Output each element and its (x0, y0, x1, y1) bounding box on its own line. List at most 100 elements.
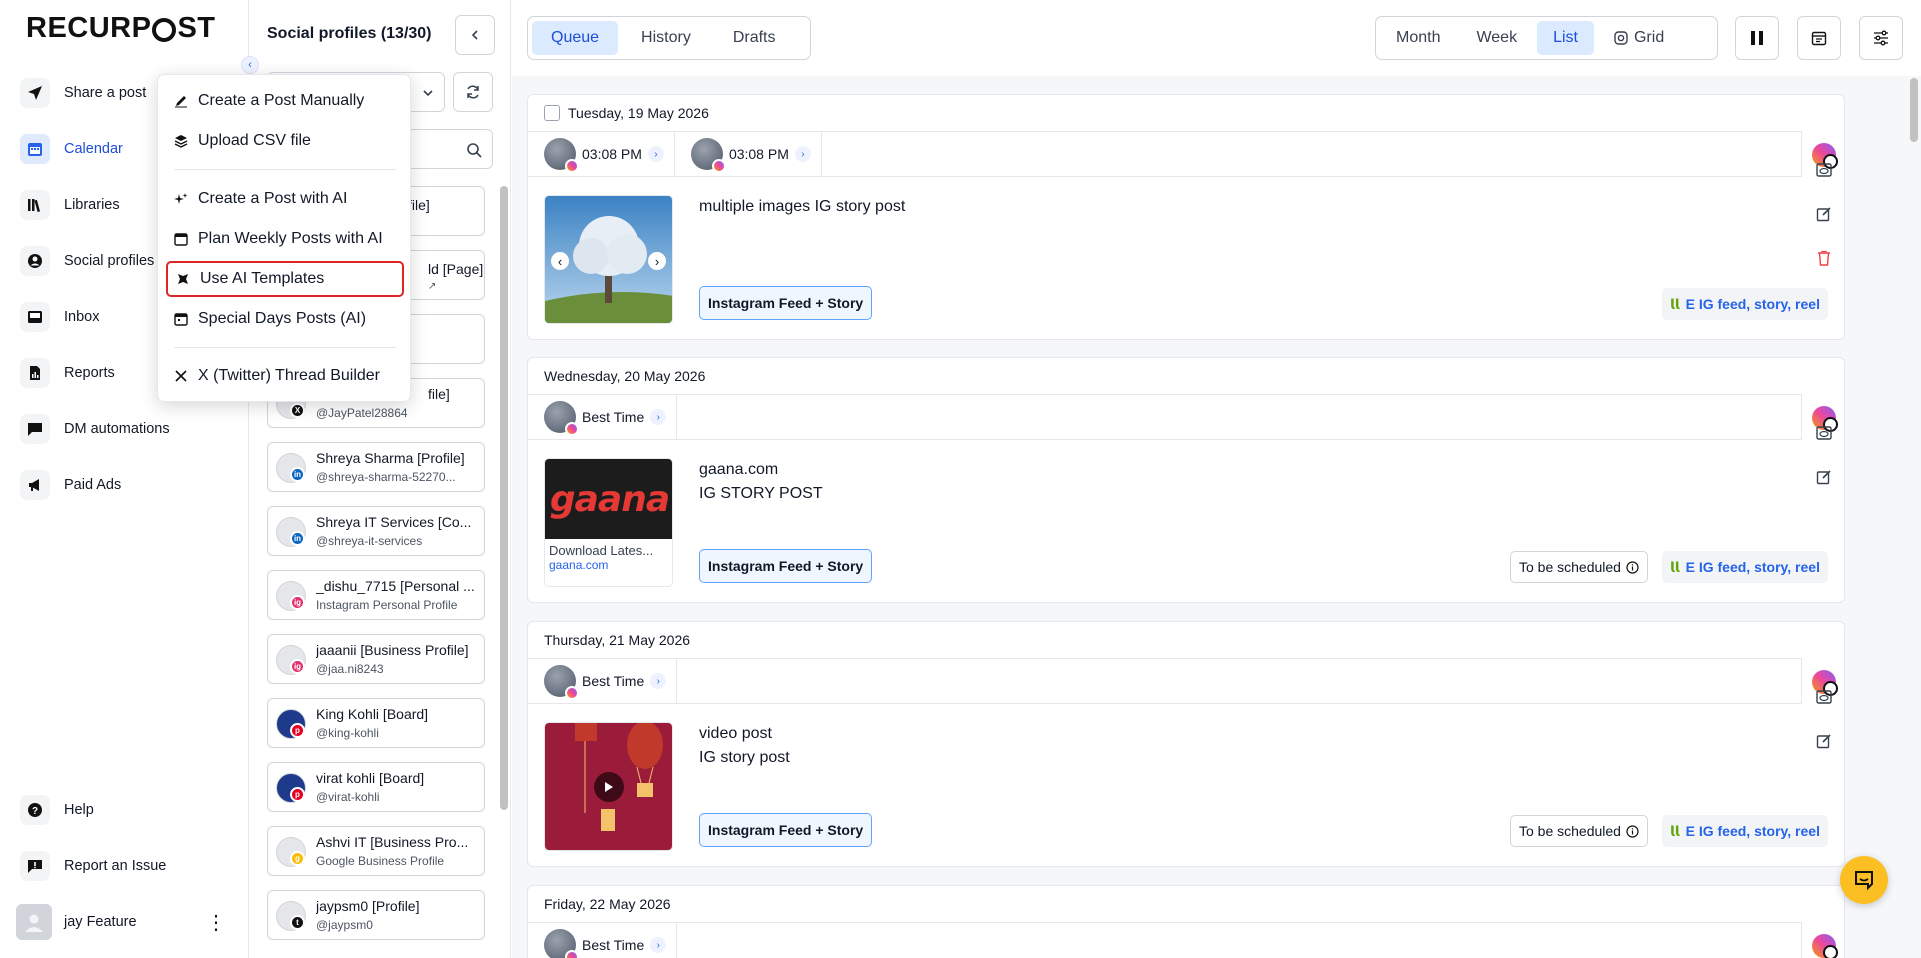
collapse-profiles-button[interactable] (455, 15, 495, 55)
time-slot-chip[interactable]: 03:08 PM › (528, 131, 675, 177)
info-icon (1626, 560, 1639, 574)
profiles-scrollbar[interactable] (500, 186, 508, 810)
time-slot-chip[interactable]: Best Time › (528, 922, 678, 958)
nav-paid-ads[interactable]: Paid Ads (16, 465, 236, 505)
network-badge-icon: p (290, 723, 305, 738)
tab-drafts[interactable]: Drafts (714, 21, 795, 55)
profile-handle: Google Business Profile (316, 854, 445, 868)
post-type-badge[interactable]: Instagram Feed + Story (699, 286, 873, 320)
tab-queue[interactable]: Queue (532, 21, 619, 55)
menu-item-label: Create a Post with AI (198, 190, 348, 207)
view-list[interactable]: List (1537, 21, 1594, 55)
preview-button[interactable] (1811, 157, 1837, 183)
preview-button[interactable] (1811, 420, 1837, 446)
external-link-icon[interactable]: ↗ (428, 281, 436, 292)
post-caption-line: IG story post (699, 749, 790, 766)
nav-label: Help (64, 802, 94, 818)
collapse-sidebar-button[interactable]: ‹ (241, 56, 259, 74)
support-chat-button[interactable] (1840, 856, 1888, 904)
day-date: Thursday, 21 May 2026 (544, 632, 691, 648)
profile-card[interactable]: ig jaaanii [Business Profile] @jaa.ni8243 (267, 634, 485, 684)
day-card: Thursday, 21 May 2026 Best Time › video … (527, 621, 1845, 867)
play-button[interactable] (594, 772, 624, 802)
library-tag[interactable]: 𝗹𝗹 E IG feed, story, reel (1662, 815, 1828, 847)
menu-create-post-manually[interactable]: Create a Post Manually (166, 83, 404, 119)
profile-name: jaaanii [Business Profile] (316, 642, 469, 658)
profile-name: jaypsm0 [Profile] (316, 898, 420, 914)
refresh-button[interactable] (453, 72, 493, 112)
profile-card[interactable]: in Shreya Sharma [Profile] @shreya-sharma-… (267, 442, 485, 492)
carousel-next-button[interactable]: › (648, 252, 666, 270)
nav-help[interactable]: ? Help (16, 790, 236, 830)
profile-card[interactable]: g Ashvi IT [Business Pro... Google Busines… (267, 826, 485, 876)
edit-icon (1816, 207, 1831, 222)
link-preview-card[interactable]: gaana Download Lates... gaana.com (544, 458, 673, 587)
delete-button[interactable] (1811, 245, 1837, 271)
library-tag[interactable]: 𝗹𝗹 E IG feed, story, reel (1662, 551, 1828, 583)
main-scrollbar[interactable] (1910, 78, 1918, 142)
profile-card[interactable]: t jaypsm0 [Profile] @jaypsm0 (267, 890, 485, 940)
tab-history[interactable]: History (622, 21, 710, 55)
nav-dm-automations[interactable]: DM automations (16, 409, 236, 449)
instagram-icon (711, 159, 726, 173)
profile-name: Shreya Sharma [Profile] (316, 450, 465, 466)
view-grid[interactable]: Grid (1598, 21, 1680, 55)
svg-text:?: ? (32, 806, 38, 817)
menu-plan-weekly-posts[interactable]: Plan Weekly Posts with AI (166, 221, 404, 257)
recurpost-logo[interactable]: RECURP ST (26, 12, 216, 44)
post-type-badge[interactable]: Instagram Feed + Story (699, 813, 873, 847)
profile-card[interactable]: p virat kohli [Board] @virat-kohli (267, 762, 485, 812)
post-caption[interactable]: video post IG story post (699, 722, 790, 770)
view-week[interactable]: Week (1460, 21, 1533, 55)
status-badge[interactable]: To be scheduled (1510, 551, 1648, 583)
user-profile-row[interactable]: jay Feature ⋮ (16, 902, 236, 942)
profile-card[interactable]: in Shreya IT Services [Co... @shreya-it-se… (267, 506, 485, 556)
chevron-right-icon: › (647, 146, 664, 162)
magic-icon (178, 274, 188, 284)
menu-x-thread-builder[interactable]: X (Twitter) Thread Builder (166, 358, 404, 394)
preview-button[interactable] (1811, 684, 1837, 710)
chevron-right-icon: › (650, 673, 667, 689)
user-circle-icon (20, 246, 50, 276)
status-badge[interactable]: To be scheduled (1510, 815, 1648, 847)
edit-button[interactable] (1811, 464, 1837, 490)
post-thumbnail-carousel[interactable]: ‹ › (544, 195, 673, 324)
profile-card[interactable]: ig _dishu_7715 [Personal ... Instagram Per… (267, 570, 485, 620)
profile-card[interactable]: p King Kohli [Board] @king-kohli (267, 698, 485, 748)
select-day-checkbox[interactable] (544, 105, 560, 121)
preview-icon (1816, 426, 1832, 440)
nav-report-issue[interactable]: Report an Issue (16, 846, 236, 886)
filter-settings-button[interactable] (1859, 16, 1903, 60)
menu-item-label: Use AI Templates (200, 270, 325, 287)
view-month[interactable]: Month (1380, 21, 1456, 55)
preview-icon (1816, 163, 1832, 177)
menu-special-days-posts[interactable]: Special Days Posts (AI) (166, 301, 404, 337)
calendar-icon (174, 233, 188, 246)
menu-use-ai-templates[interactable]: Use AI Templates (166, 261, 404, 297)
edit-button[interactable] (1811, 728, 1837, 754)
video-thumbnail[interactable] (544, 722, 673, 851)
time-slot-chip[interactable]: Best Time › (528, 394, 678, 440)
instagram-icon (565, 686, 579, 700)
time-slot-chip[interactable]: Best Time › (528, 658, 678, 704)
time-slot-bar: Best Time › (528, 922, 1802, 958)
sliders-icon (1874, 30, 1888, 46)
nav-label: Report an Issue (64, 858, 167, 874)
chevron-left-icon: ‹ (248, 59, 252, 71)
menu-upload-csv[interactable]: Upload CSV file (166, 123, 404, 159)
carousel-prev-button[interactable]: ‹ (551, 252, 569, 270)
post-caption[interactable]: multiple images IG story post (699, 195, 905, 219)
x-logo-icon: X (290, 403, 305, 418)
post-caption[interactable]: gaana.com IG STORY POST (699, 458, 823, 506)
nav-label: DM automations (64, 421, 170, 437)
report-icon (20, 358, 50, 388)
date-picker-button[interactable] (1797, 16, 1841, 60)
post-type-badge[interactable]: Instagram Feed + Story (699, 549, 873, 583)
time-slot-chip[interactable]: 03:08 PM › (675, 131, 822, 177)
menu-create-post-with-ai[interactable]: Create a Post with AI (166, 181, 404, 217)
time-slot-bar: Best Time › (528, 658, 1802, 704)
more-vertical-icon[interactable]: ⋮ (206, 910, 226, 935)
pause-queue-button[interactable] (1735, 16, 1779, 60)
edit-button[interactable] (1811, 201, 1837, 227)
library-tag[interactable]: 𝗹𝗹 E IG feed, story, reel (1662, 288, 1828, 320)
